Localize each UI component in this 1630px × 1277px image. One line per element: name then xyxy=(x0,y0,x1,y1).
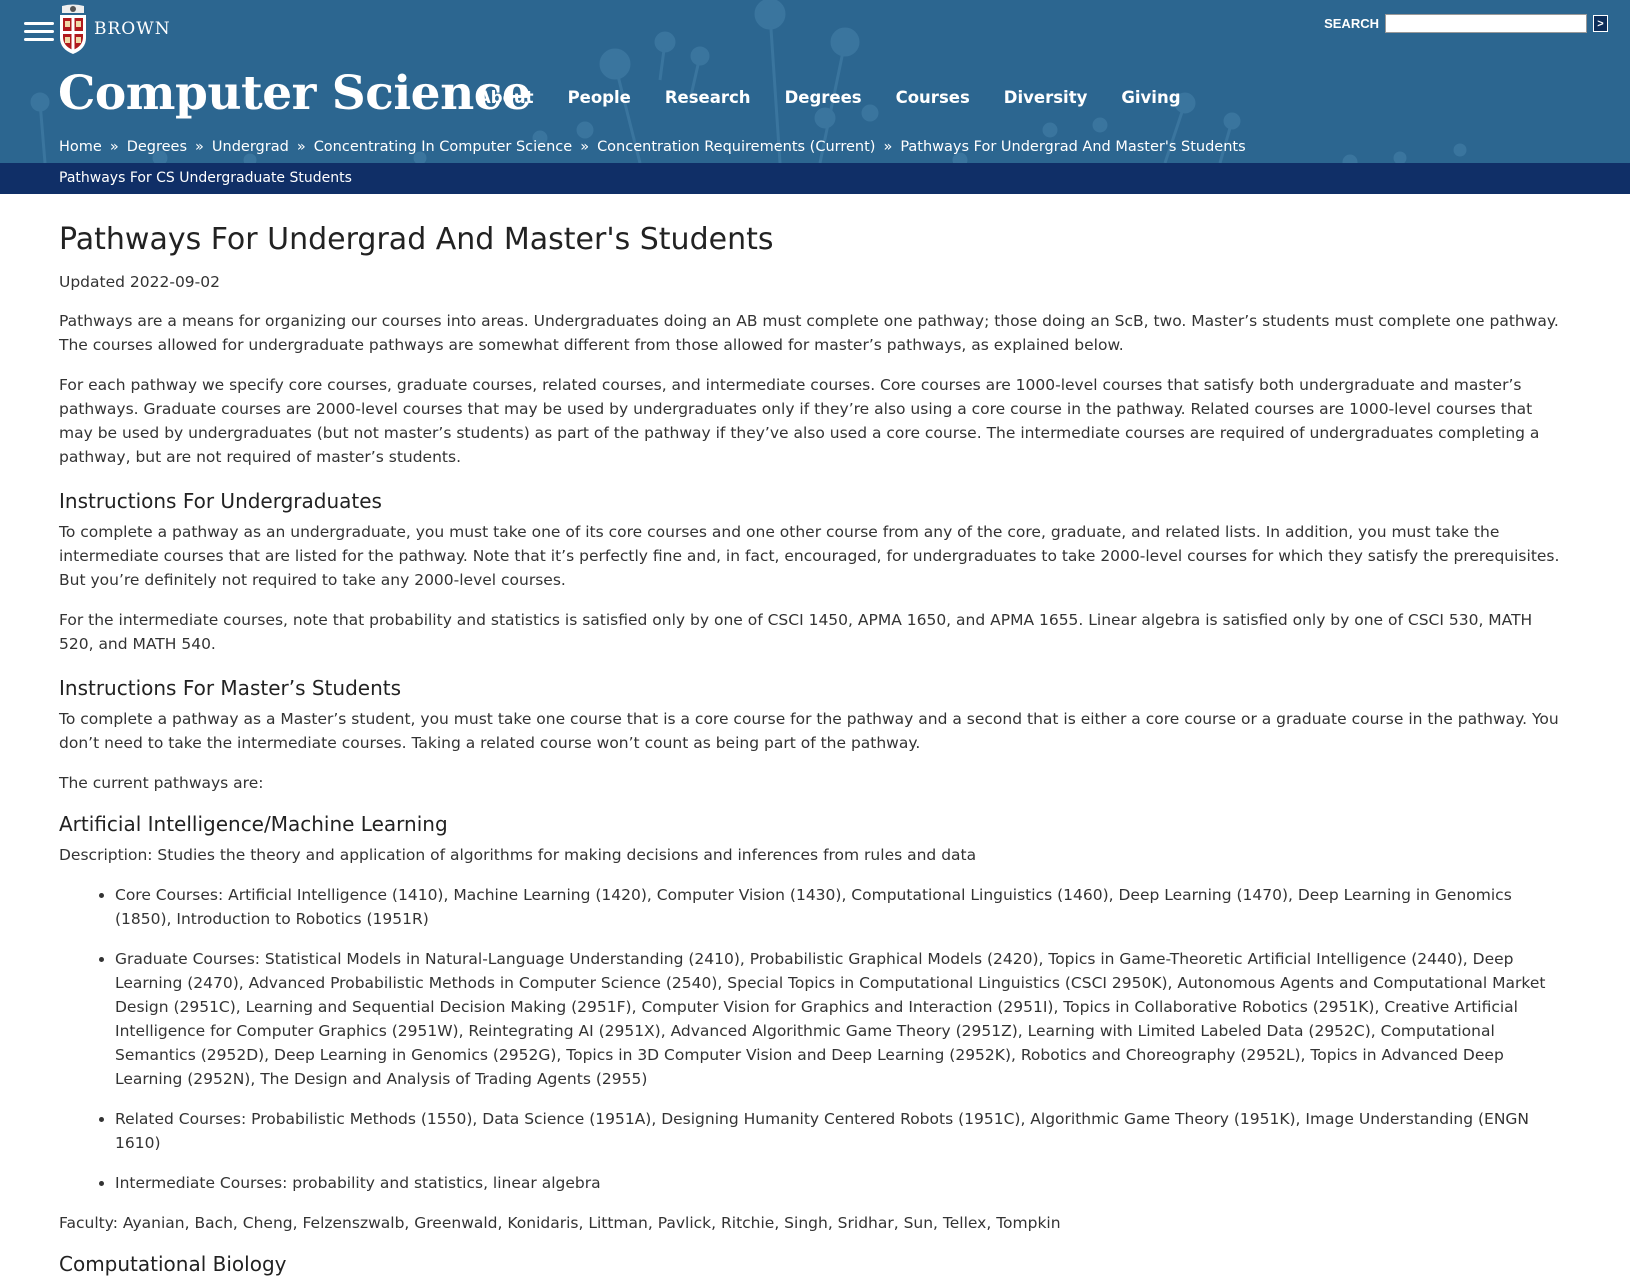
breadcrumb-separator: » xyxy=(883,139,893,155)
breadcrumb-current: Pathways For Undergrad And Master's Stud… xyxy=(900,139,1246,155)
undergrad-instructions-heading: Instructions For Undergraduates xyxy=(59,489,382,513)
masters-instructions-heading: Instructions For Master’s Students xyxy=(59,676,402,700)
nav-courses[interactable]: Courses xyxy=(896,88,970,107)
breadcrumb-requirements[interactable]: Concentration Requirements (Current) xyxy=(597,139,875,155)
aiml-course-list: Core Courses: Artificial Intelligence (1… xyxy=(59,883,1568,1195)
list-item: Intermediate Courses: probability and st… xyxy=(115,1171,1568,1195)
list-item: Related Courses: Probabilistic Methods (… xyxy=(115,1107,1568,1155)
nav-people[interactable]: People xyxy=(568,88,631,107)
site-header: BROWN SEARCH > Computer Science About Pe… xyxy=(0,0,1630,163)
site-title[interactable]: Computer Science xyxy=(58,64,532,124)
main-nav: About People Research Degrees Courses Di… xyxy=(478,88,1215,107)
search-button[interactable]: > xyxy=(1593,15,1608,32)
aiml-pathway-heading: Artificial Intelligence/Machine Learning xyxy=(59,812,448,836)
aiml-faculty: Faculty: Ayanian, Bach, Cheng, Felzenszw… xyxy=(59,1214,1061,1232)
intro-paragraph: Pathways are a means for organizing our … xyxy=(59,312,1559,354)
aiml-description: Description: Studies the theory and appl… xyxy=(59,846,977,864)
breadcrumb-separator: » xyxy=(195,139,204,155)
undergrad-paragraph: To complete a pathway as an undergraduat… xyxy=(59,523,1560,589)
current-pathways-text: The current pathways are: xyxy=(59,774,264,792)
page-title: Pathways For Undergrad And Master's Stud… xyxy=(59,222,774,257)
search-label: SEARCH xyxy=(1324,16,1379,31)
brown-logo[interactable]: BROWN xyxy=(58,4,171,54)
masters-paragraph: To complete a pathway as a Master’s stud… xyxy=(59,710,1559,752)
nav-degrees[interactable]: Degrees xyxy=(785,88,862,107)
breadcrumb-separator: » xyxy=(296,139,306,155)
breadcrumb-concentrating[interactable]: Concentrating In Computer Science xyxy=(314,139,573,155)
main-content: Pathways For Undergrad And Master's Stud… xyxy=(0,220,1630,1277)
undergrad-paragraph: For the intermediate courses, note that … xyxy=(59,611,1533,653)
search-bar: SEARCH > xyxy=(1324,14,1608,33)
breadcrumb-degrees[interactable]: Degrees xyxy=(127,139,187,155)
breadcrumb-separator: » xyxy=(109,139,119,155)
compbio-pathway-heading: Computational Biology xyxy=(59,1252,287,1276)
subnav-cs-pathways-link[interactable]: Pathways For CS Undergraduate Students xyxy=(59,163,352,194)
breadcrumb: Home » Degrees » Undergrad » Concentrating In … xyxy=(59,139,1246,155)
nav-giving[interactable]: Giving xyxy=(1121,88,1180,107)
list-item: Core Courses: Artificial Intelligence (1… xyxy=(115,883,1568,931)
updated-date: Updated 2022-09-02 xyxy=(59,273,220,291)
nav-research[interactable]: Research xyxy=(665,88,751,107)
hamburger-menu-icon[interactable] xyxy=(24,22,54,44)
logo-text: BROWN xyxy=(94,19,171,39)
list-item: Graduate Courses: Statistical Models in … xyxy=(115,947,1568,1091)
nav-about[interactable]: About xyxy=(478,88,534,107)
search-input[interactable] xyxy=(1385,14,1587,33)
breadcrumb-home[interactable]: Home xyxy=(59,139,102,155)
sub-navigation: Pathways For CS Undergraduate Students xyxy=(0,163,1630,194)
intro-paragraph: For each pathway we specify core courses… xyxy=(59,376,1540,466)
nav-diversity[interactable]: Diversity xyxy=(1004,88,1088,107)
breadcrumb-separator: » xyxy=(580,139,590,155)
breadcrumb-undergrad[interactable]: Undergrad xyxy=(212,139,289,155)
brown-shield-icon xyxy=(60,4,86,54)
